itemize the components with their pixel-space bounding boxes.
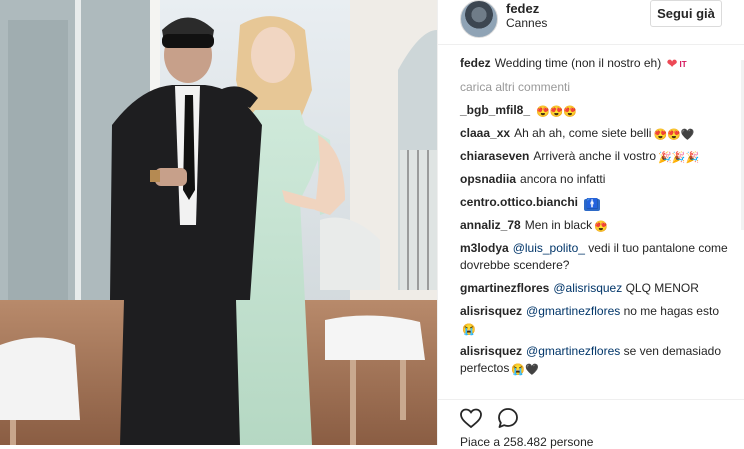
comment-row: opsnadiia ancora no infatti <box>460 171 732 188</box>
load-more-comments-link[interactable]: carica altri commenti <box>460 79 732 96</box>
heart-outline-icon[interactable] <box>459 406 483 430</box>
comment-list: fedez Wedding time (non il nostro eh) ❤ IT… <box>460 55 732 383</box>
comment-username[interactable]: chiaraseven <box>460 149 529 163</box>
comment-mention-link[interactable]: @gmartinezflores <box>526 344 620 358</box>
comment-text: ancora no infatti <box>520 172 606 186</box>
comment-emoji-icon: 😍😍🖤 <box>653 129 695 141</box>
wedding-photo-illustration <box>0 0 437 445</box>
comment-username[interactable]: _bgb_mfil8_ <box>460 103 530 117</box>
flag-it-icon: IT <box>679 60 687 69</box>
comment-row: alisrisquez @gmartinezflores se ven demas… <box>460 343 732 377</box>
speech-bubble-icon[interactable] <box>496 406 520 430</box>
comment-text: no me hagas esto <box>623 304 719 318</box>
comment-row: chiaraseven Arriverà anche il vostro 🎉🎉🎉 <box>460 148 732 165</box>
comment-username[interactable]: claaa_xx <box>460 126 510 140</box>
comment-username[interactable]: m3lodya <box>460 241 509 255</box>
comment-emoji-icon: 😍😍😍 <box>536 106 578 118</box>
heart-emoji-icon: ❤ <box>666 56 678 71</box>
comment-row: centro.ottico.bianchi 🚹 <box>460 194 732 211</box>
comment-row: claaa_xx Ah ah ah, come siete belli 😍😍🖤 <box>460 125 732 142</box>
comment-row: _bgb_mfil8_ 😍😍😍 <box>460 102 732 119</box>
post-location[interactable]: Cannes <box>506 16 547 30</box>
comment-text: QLQ MENOR <box>625 281 699 295</box>
like-count[interactable]: Piace a 258.482 persone <box>460 435 593 449</box>
comment-username[interactable]: annaliz_78 <box>460 218 521 232</box>
restroom-emoji-icon: 🚹 <box>584 199 601 211</box>
post-username[interactable]: fedez <box>506 1 539 16</box>
comment-mention-link[interactable]: @alisrisquez <box>553 281 622 295</box>
comment-username[interactable]: alisrisquez <box>460 304 522 318</box>
comment-emoji-icon: 😍 <box>594 221 608 233</box>
comment-username[interactable]: centro.ottico.bianchi <box>460 195 578 209</box>
post-header: fedez Cannes Segui già <box>438 0 744 45</box>
comment-username[interactable]: opsnadiia <box>460 172 516 186</box>
caption-username[interactable]: fedez <box>460 56 491 70</box>
post-actions: Piace a 258.482 persone <box>438 399 744 449</box>
comment-emoji-icon: 🎉🎉🎉 <box>658 152 700 164</box>
post-sidebar: fedez Cannes Segui già fedez Wedding time… <box>437 0 744 449</box>
comment-mention-link[interactable]: @gmartinezflores <box>526 304 620 318</box>
comment-text: Ah ah ah, come siete belli <box>514 126 652 140</box>
comment-username[interactable]: gmartinezflores <box>460 281 549 295</box>
comment-row: m3lodya @luis_polito_ vedi il tuo pantalo… <box>460 240 732 274</box>
post-photo[interactable] <box>0 0 437 445</box>
comment-text: Men in black <box>524 218 593 232</box>
avatar[interactable] <box>460 0 498 38</box>
comment-mention-link[interactable]: @luis_polito_ <box>513 241 585 255</box>
follow-button[interactable]: Segui già <box>650 0 722 27</box>
instagram-post: fedez Cannes Segui già fedez Wedding time… <box>0 0 744 449</box>
comment-row: gmartinezflores @alisrisquez QLQ MENOR <box>460 280 732 297</box>
caption-text: Wedding time (non il nostro eh) <box>494 56 662 70</box>
comment-row: annaliz_78 Men in black 😍 <box>460 217 732 234</box>
comment-emoji-icon: 😭🖤 <box>511 364 539 376</box>
comment-emoji-icon: 😭 <box>462 324 476 336</box>
comment-row: alisrisquez @gmartinezflores no me hagas … <box>460 303 732 337</box>
comment-username[interactable]: alisrisquez <box>460 344 522 358</box>
comment-text: Arriverà anche il vostro <box>533 149 657 163</box>
post-caption: fedez Wedding time (non il nostro eh) ❤ IT <box>460 55 732 73</box>
